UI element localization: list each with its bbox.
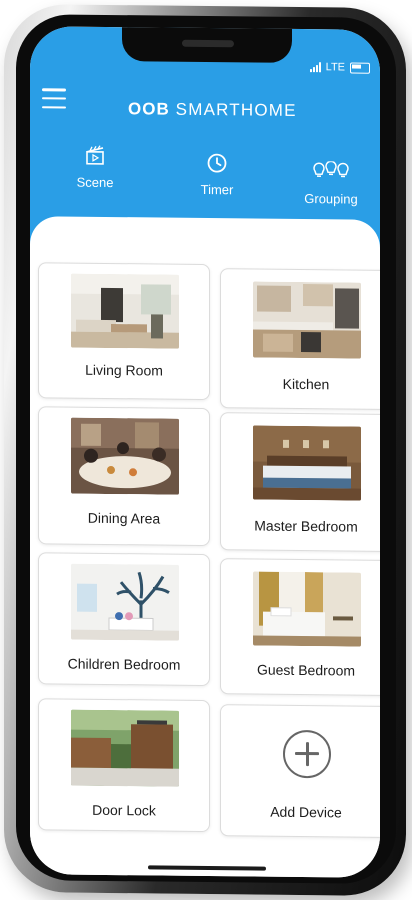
battery-icon xyxy=(350,62,370,74)
room-label: Door Lock xyxy=(92,801,156,819)
room-card-dining-area[interactable]: Dining Area xyxy=(38,406,210,547)
tab-grouping-label: Grouping xyxy=(304,191,358,207)
bulbs-icon xyxy=(313,161,349,178)
app-logo: OOB SMARTHOME xyxy=(128,99,297,121)
room-card-living-room[interactable]: Living Room xyxy=(38,262,210,401)
room-card-kitchen[interactable]: Kitchen xyxy=(220,268,380,410)
rooms-panel: Living Room Kitchen Dining Area Master B… xyxy=(30,216,380,878)
tab-timer-label: Timer xyxy=(200,181,234,198)
brand-prefix: OOB xyxy=(128,99,170,119)
clapperboard-icon xyxy=(86,145,104,165)
plus-circle-icon xyxy=(283,729,331,779)
network-label: LTE xyxy=(325,61,345,74)
speaker-grille xyxy=(182,39,234,48)
door-lock-photo xyxy=(71,709,179,787)
room-card-master-bedroom[interactable]: Master Bedroom xyxy=(220,412,380,552)
tab-scene-label: Scene xyxy=(76,174,114,191)
room-label: Dining Area xyxy=(87,509,161,527)
add-device-button[interactable]: Add Device xyxy=(220,704,380,838)
room-label: Master Bedroom xyxy=(254,517,358,535)
add-device-label: Add Device xyxy=(270,803,342,821)
guest-bedroom-photo xyxy=(253,571,361,647)
signal-icon xyxy=(309,62,321,73)
kitchen-photo xyxy=(253,281,361,359)
status-bar: LTE xyxy=(309,61,370,74)
brand-suffix: SMARTHOME xyxy=(175,99,297,120)
room-label: Children Bedroom xyxy=(67,655,181,673)
notch xyxy=(122,26,292,63)
living-room-photo xyxy=(71,273,179,349)
dining-area-photo xyxy=(71,417,179,495)
children-bedroom-photo xyxy=(71,563,179,641)
clock-icon xyxy=(207,153,227,173)
hamburger-menu-button[interactable] xyxy=(42,88,66,109)
tab-scene[interactable]: Scene xyxy=(50,144,140,190)
master-bedroom-photo xyxy=(253,425,361,501)
tab-timer[interactable]: Timer xyxy=(172,152,262,198)
room-label: Living Room xyxy=(85,361,163,379)
app-screen: LTE OOB SMARTHOME Scene Timer Grouping L… xyxy=(30,26,380,878)
phone-frame: LTE OOB SMARTHOME Scene Timer Grouping L… xyxy=(4,3,406,897)
room-label: Kitchen xyxy=(282,375,330,393)
room-card-guest-bedroom[interactable]: Guest Bedroom xyxy=(220,558,380,696)
tab-grouping[interactable]: Grouping xyxy=(286,161,376,207)
room-card-children-bedroom[interactable]: Children Bedroom xyxy=(38,552,210,687)
room-card-door-lock[interactable]: Door Lock xyxy=(38,698,210,833)
room-label: Guest Bedroom xyxy=(256,661,356,679)
